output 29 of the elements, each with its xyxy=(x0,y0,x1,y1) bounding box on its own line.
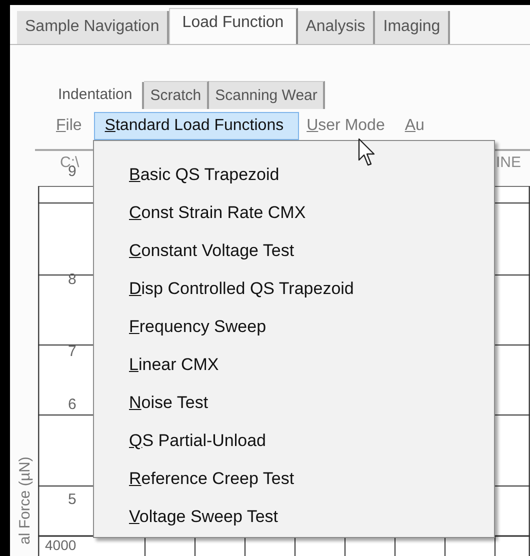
menu-item[interactable]: Linear CMX xyxy=(129,353,219,376)
menu-item[interactable]: Disp Controlled QS Trapezoid xyxy=(129,277,354,300)
axis-tick-label: 9 xyxy=(68,163,76,180)
menu-item[interactable]: Constant Voltage Test xyxy=(129,239,294,262)
axis-tick-label: 5 xyxy=(68,491,76,508)
menu-item[interactable]: Reference Creep Test xyxy=(129,467,294,490)
axis-tick-label: 8 xyxy=(68,271,76,288)
menu-item[interactable]: File xyxy=(48,112,94,138)
axis-tick-label: 4000 xyxy=(45,537,76,553)
tab[interactable]: Scratch xyxy=(144,81,210,109)
axis-tick-label: 7 xyxy=(68,343,76,360)
menu-item[interactable]: Standard Load Functions xyxy=(94,112,299,140)
pointer-icon xyxy=(358,138,376,168)
tab[interactable]: Imaging xyxy=(375,11,450,44)
menu-item[interactable]: Frequency Sweep xyxy=(129,315,266,338)
axis-label: al Force (µN) xyxy=(16,456,34,544)
axis-tick-label: 6 xyxy=(68,396,76,413)
menu-item[interactable]: QS Partial-Unload xyxy=(129,429,266,452)
tab[interactable]: Analysis xyxy=(298,11,376,44)
menu-item[interactable]: Const Strain Rate CMX xyxy=(129,201,306,224)
header-label: INE xyxy=(496,154,522,171)
menu-item[interactable]: Basic QS Trapezoid xyxy=(129,163,280,186)
tab[interactable]: Sample Navigation xyxy=(17,11,170,44)
menu-item[interactable]: Noise Test xyxy=(129,391,208,414)
tab[interactable]: Load Function xyxy=(169,8,298,44)
menu-item[interactable]: Voltage Sweep Test xyxy=(129,505,278,528)
menu-item[interactable]: Au xyxy=(396,112,436,138)
tab[interactable]: Scanning Wear xyxy=(209,81,326,109)
menu-item[interactable]: User Mode xyxy=(298,112,397,138)
